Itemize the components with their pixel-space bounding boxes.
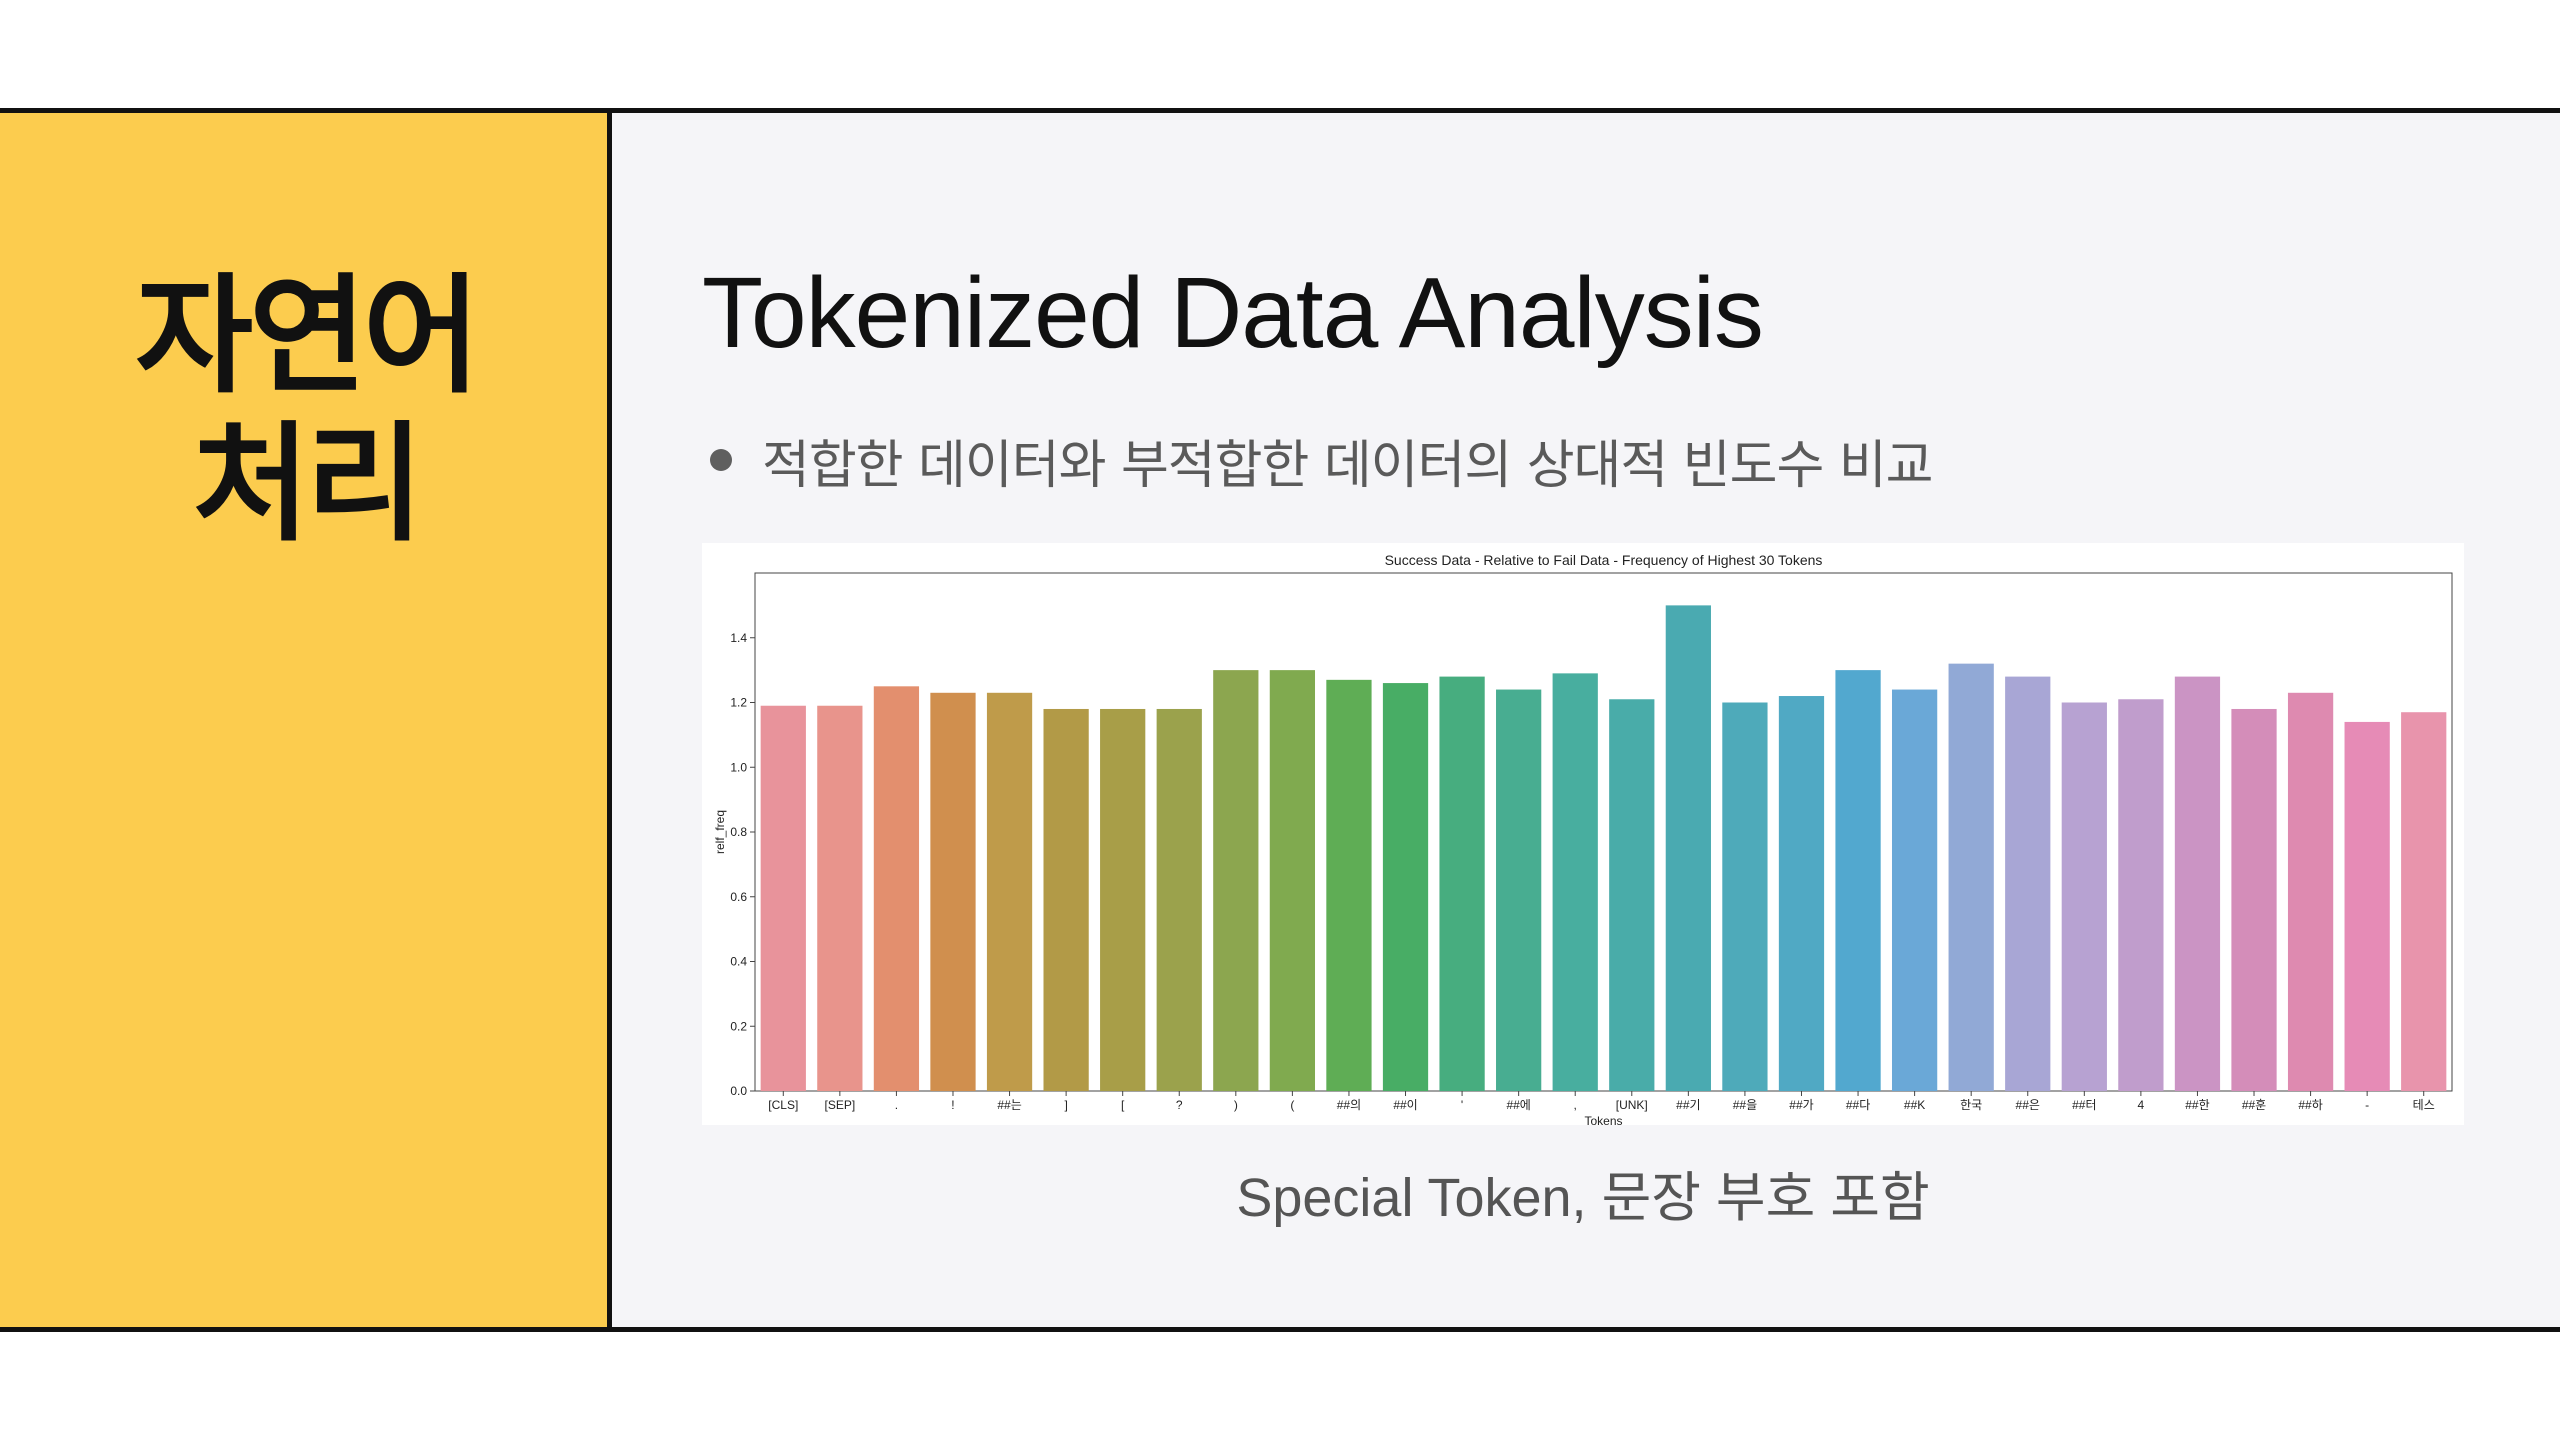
chart-caption: Special Token, 문장 부호 포함	[1236, 1168, 1930, 1228]
x-tick-label: [	[1121, 1098, 1125, 1112]
bar	[1156, 708, 1202, 1091]
y-axis-label: relf_freq	[713, 810, 727, 854]
x-tick-label: 테스	[2413, 1098, 2435, 1112]
y-tick-label: 1.4	[730, 631, 747, 645]
bullet-text: 적합한 데이터와 부적합한 데이터의 상대적 빈도수 비교	[762, 435, 1933, 496]
x-tick-label: ##이	[1393, 1098, 1417, 1112]
bar	[2344, 721, 2390, 1091]
x-tick-label: ##훈	[2242, 1098, 2266, 1112]
x-tick-label: ##에	[1506, 1098, 1530, 1112]
bar	[1043, 708, 1089, 1091]
section-title-line1: 자연어	[135, 262, 480, 411]
page: 자연어 처리 Tokenized Data Analysis 적합한 데이터와 …	[0, 0, 2560, 1440]
bar	[2287, 692, 2334, 1091]
x-tick-label: ##하	[2298, 1098, 2322, 1112]
bar	[1213, 670, 1259, 1091]
bullet-item: 적합한 데이터와 부적합한 데이터의 상대적 빈도수 비교	[710, 425, 1933, 496]
y-tick-label: 0.2	[730, 1019, 747, 1033]
bar	[1891, 689, 1938, 1091]
y-tick-label: 1.2	[730, 696, 747, 710]
bar	[1835, 670, 1881, 1091]
content-panel: Tokenized Data Analysis 적합한 데이터와 부적합한 데이…	[612, 113, 2560, 1327]
x-tick-label: ##는	[997, 1098, 1021, 1112]
bar	[2005, 676, 2051, 1091]
bar	[2401, 712, 2447, 1091]
bar	[2061, 702, 2107, 1091]
bar	[760, 705, 806, 1091]
bar-chart: Success Data - Relative to Fail Data - F…	[713, 552, 2453, 1125]
x-tick-label: 4	[2138, 1098, 2145, 1112]
y-tick-label: 0.4	[730, 955, 747, 969]
chart-container: Success Data - Relative to Fail Data - F…	[702, 543, 2464, 1125]
x-tick-label: ##터	[2072, 1098, 2096, 1112]
x-tick-label: [UNK]	[1616, 1098, 1648, 1112]
bar	[873, 686, 920, 1091]
bar	[1496, 689, 1542, 1091]
page-title: Tokenized Data Analysis	[702, 257, 1764, 369]
section-title-line2: 처리	[192, 410, 424, 559]
x-tick-label: ##K	[1904, 1098, 1925, 1112]
x-tick-label: ]	[1064, 1098, 1067, 1112]
x-tick-label: ##가	[1789, 1098, 1813, 1112]
x-tick-label: -	[2365, 1098, 2369, 1112]
x-tick-label: '	[1461, 1098, 1463, 1112]
section-title: 자연어 처리	[0, 263, 612, 559]
bar	[817, 705, 863, 1091]
slide: 자연어 처리 Tokenized Data Analysis 적합한 데이터와 …	[0, 108, 2560, 1332]
bar	[2174, 676, 2221, 1091]
chart-title: Success Data - Relative to Fail Data - F…	[1385, 552, 1823, 568]
section-panel: 자연어 처리	[0, 113, 612, 1327]
x-tick-label: [SEP]	[825, 1098, 856, 1112]
bar	[1439, 676, 1485, 1091]
bullet-icon	[710, 449, 732, 471]
bar	[986, 692, 1033, 1091]
y-tick-label: 0.6	[730, 890, 747, 904]
x-axis-label: Tokens	[1584, 1114, 1622, 1125]
x-tick-label: )	[1234, 1098, 1238, 1112]
x-tick-label: (	[1290, 1098, 1294, 1112]
bar	[2231, 708, 2277, 1091]
x-tick-label: .	[895, 1098, 898, 1112]
bar	[1609, 699, 1655, 1091]
x-tick-label: ##의	[1337, 1098, 1361, 1112]
x-tick-label: ##을	[1733, 1098, 1757, 1112]
bar	[1269, 670, 1316, 1091]
y-tick-label: 0.8	[730, 825, 747, 839]
bar	[2118, 699, 2164, 1091]
x-tick-label: 한국	[1960, 1098, 1982, 1112]
x-tick-label: ?	[1176, 1098, 1183, 1112]
x-tick-label: ##기	[1676, 1098, 1700, 1112]
x-tick-label: !	[951, 1098, 954, 1112]
x-tick-label: ##은	[2016, 1098, 2040, 1112]
bar	[1382, 683, 1429, 1091]
x-tick-label: ##한	[2185, 1098, 2209, 1112]
bar	[1722, 702, 1768, 1091]
bar	[1948, 663, 1994, 1091]
y-tick-label: 1.0	[730, 760, 747, 774]
x-tick-label: ,	[1574, 1098, 1577, 1112]
bar	[1665, 605, 1711, 1091]
x-tick-label: [CLS]	[768, 1098, 798, 1112]
bar	[1326, 679, 1372, 1091]
bar	[1552, 673, 1598, 1091]
y-tick-label: 0.0	[730, 1084, 747, 1098]
bar	[1100, 708, 1146, 1091]
bar	[1778, 696, 1825, 1091]
x-tick-label: ##다	[1846, 1098, 1870, 1112]
bar	[930, 692, 976, 1091]
